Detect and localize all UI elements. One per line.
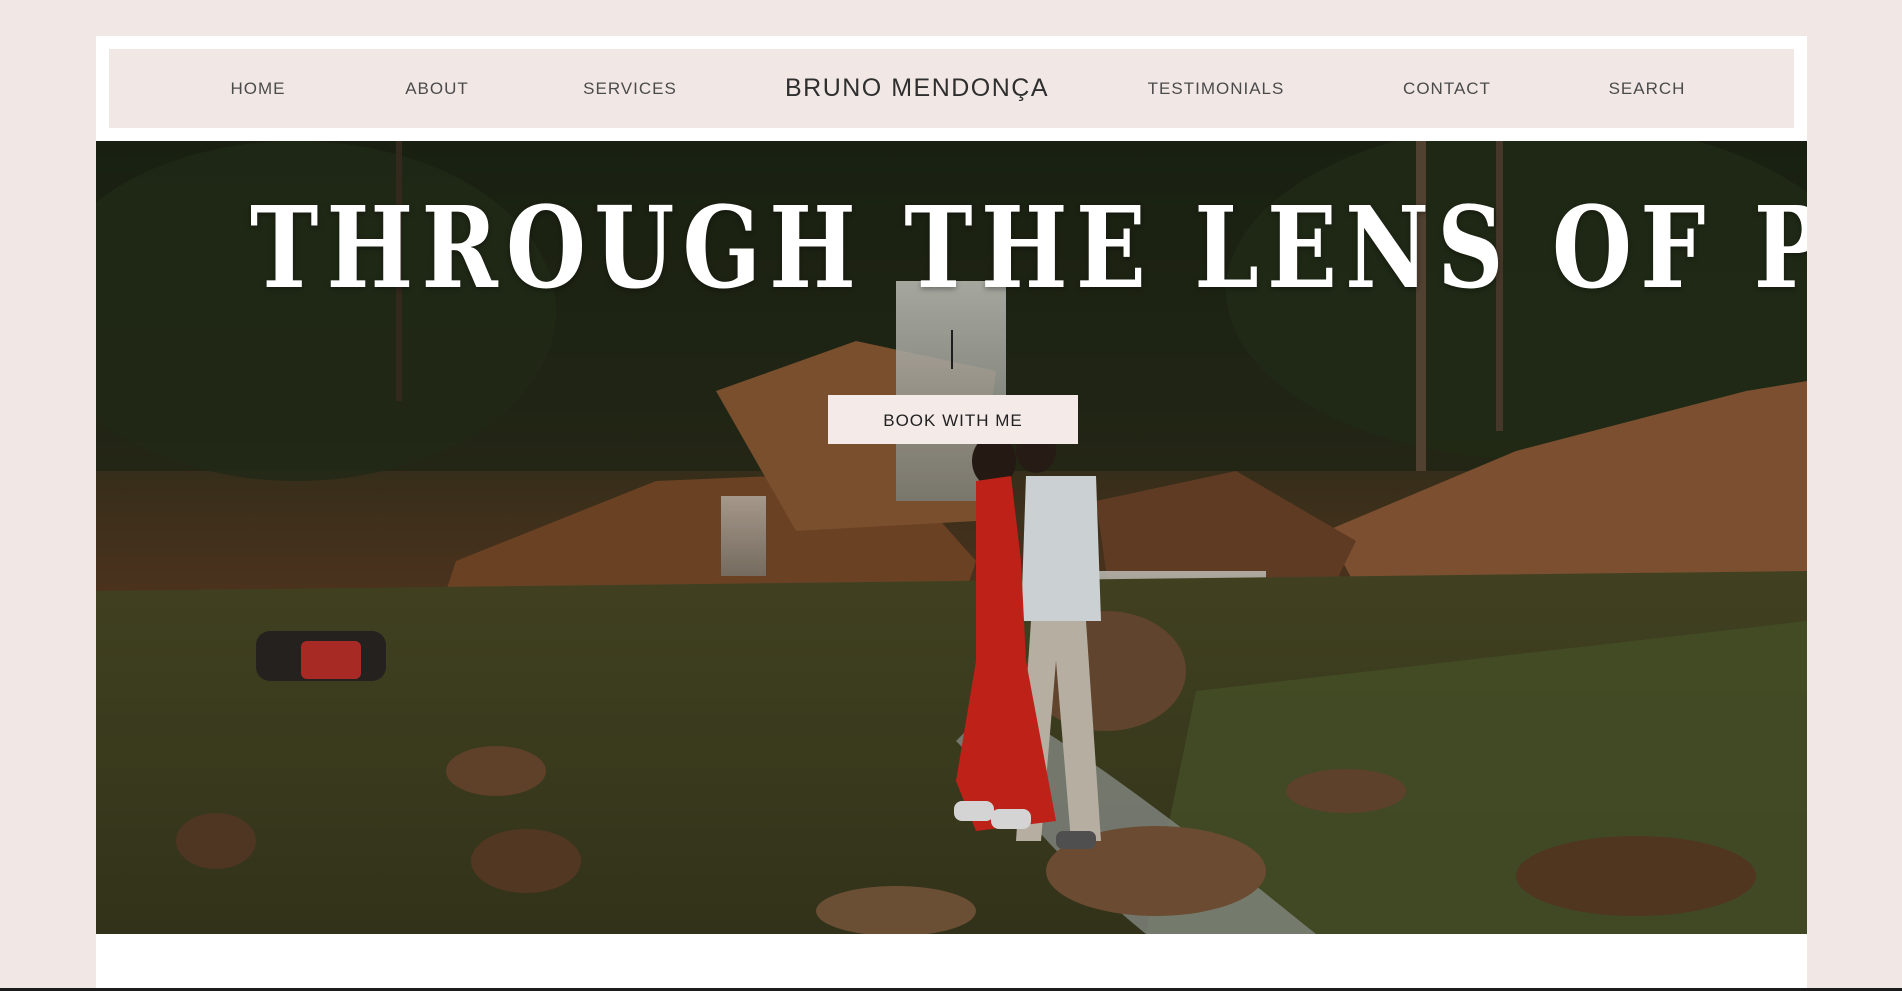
nav-testimonials-link[interactable]: TESTIMONIALS (1148, 49, 1285, 128)
page-frame: HOME ABOUT SERVICES BRUNO MENDONÇA TESTI… (96, 36, 1807, 991)
brand-logo-text[interactable]: BRUNO MENDONÇA (785, 49, 1049, 128)
nav-about-link[interactable]: ABOUT (405, 49, 469, 128)
top-navigation: HOME ABOUT SERVICES BRUNO MENDONÇA TESTI… (109, 49, 1794, 128)
hero-section: THROUGH THE LENS OF PASSION BOOK WITH ME (96, 141, 1807, 934)
book-with-me-button[interactable]: BOOK WITH ME (828, 395, 1078, 444)
hero-title: THROUGH THE LENS OF PASSION (249, 183, 1807, 314)
nav-search-link[interactable]: SEARCH (1609, 49, 1686, 128)
cta-connector-line (951, 330, 953, 369)
nav-services-link[interactable]: SERVICES (583, 49, 677, 128)
nav-home-link[interactable]: HOME (231, 49, 286, 128)
nav-contact-link[interactable]: CONTACT (1403, 49, 1491, 128)
